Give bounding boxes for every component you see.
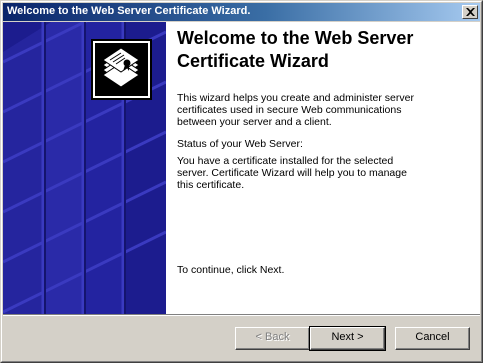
wizard-banner [3, 22, 166, 314]
intro-text: This wizard helps you create and adminis… [177, 92, 414, 128]
cancel-button-bevel [396, 328, 469, 349]
logo-background [95, 43, 148, 96]
back-button-bevel [236, 328, 309, 349]
logo-frame [91, 39, 152, 100]
continue-text: To continue, click Next. [177, 264, 285, 276]
cancel-button[interactable]: Cancel [395, 327, 470, 350]
wizard-content: Welcome to the Web Server Certificate Wi… [166, 22, 480, 314]
certificate-stack-icon [102, 47, 140, 88]
close-icon [466, 8, 475, 16]
status-text: You have a certificate installed for the… [177, 155, 407, 191]
next-button[interactable]: Next > [309, 326, 386, 351]
title-bar[interactable]: Welcome to the Web Server Certificate Wi… [3, 3, 480, 21]
wizard-window: Welcome to the Web Server Certificate Wi… [0, 0, 483, 363]
close-button[interactable] [462, 5, 478, 19]
window-title: Welcome to the Web Server Certificate Wi… [7, 5, 251, 17]
page-title: Welcome to the Web Server Certificate Wi… [177, 28, 414, 71]
status-label: Status of your Web Server: [177, 138, 303, 150]
next-button-bevel [311, 328, 384, 349]
button-separator [3, 314, 480, 316]
back-button[interactable]: < Back [235, 327, 310, 350]
